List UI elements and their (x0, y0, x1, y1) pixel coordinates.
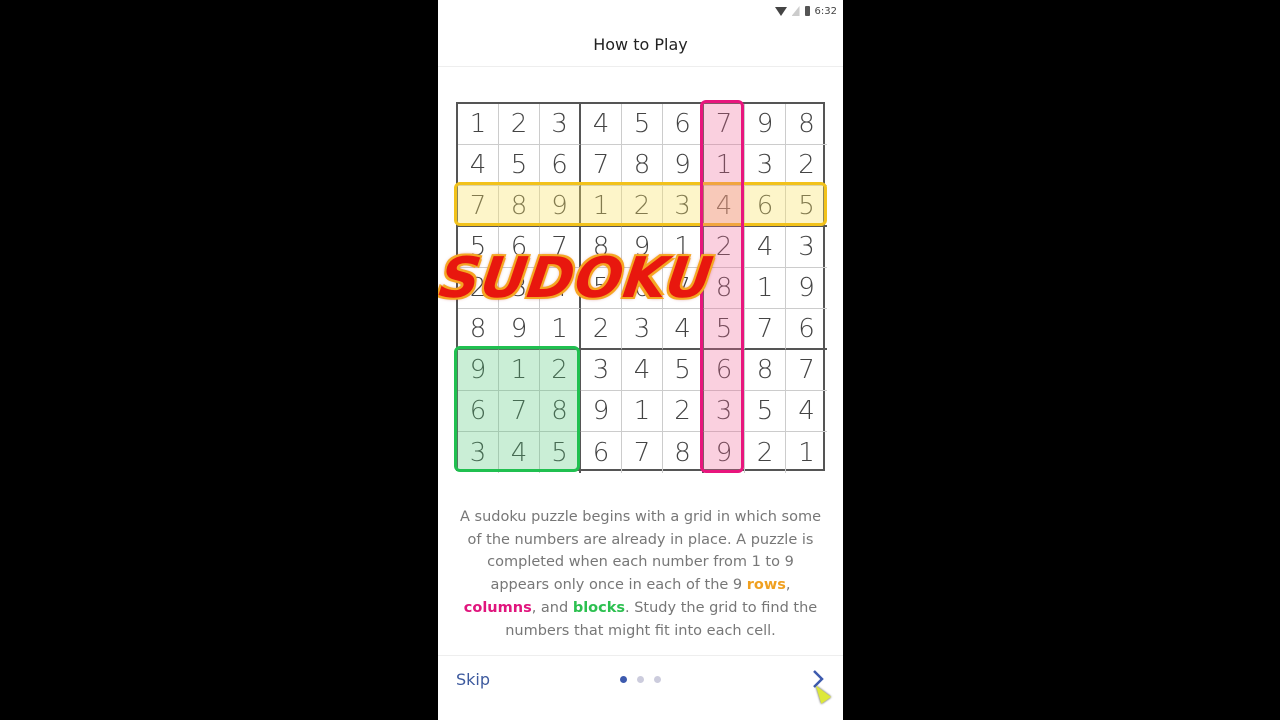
grid-cell[interactable]: 1 (458, 104, 499, 145)
status-bar: 6:32 (438, 0, 843, 22)
grid-cell[interactable]: 9 (745, 104, 786, 145)
grid-cell[interactable]: 5 (663, 350, 704, 391)
grid-cell[interactable]: 1 (745, 268, 786, 309)
grid-cell[interactable]: 6 (540, 145, 581, 186)
grid-cell[interactable]: 9 (499, 309, 540, 350)
grid-cell[interactable]: 5 (704, 309, 745, 350)
grid-cell[interactable]: 8 (499, 186, 540, 227)
grid-cell[interactable]: 1 (540, 309, 581, 350)
grid-cell[interactable]: 3 (663, 186, 704, 227)
grid-cell[interactable]: 7 (745, 309, 786, 350)
grid-cell[interactable]: 5 (540, 432, 581, 473)
status-time: 6:32 (814, 5, 837, 17)
grid-cell[interactable]: 5 (622, 104, 663, 145)
grid-cell[interactable]: 7 (786, 350, 827, 391)
separator: , and (531, 599, 573, 616)
grid-cell[interactable]: 7 (499, 391, 540, 432)
page-header: How to Play (438, 22, 843, 67)
grid-cell[interactable]: 8 (663, 432, 704, 473)
grid-cell[interactable]: 7 (458, 186, 499, 227)
grid-cell[interactable]: 9 (786, 268, 827, 309)
grid-cell[interactable]: 3 (581, 350, 622, 391)
no-sim-icon (791, 6, 800, 16)
grid-cell[interactable]: 8 (458, 309, 499, 350)
grid-cell[interactable]: 6 (581, 432, 622, 473)
footer-nav: Skip (438, 655, 843, 706)
grid-cell[interactable]: 4 (458, 145, 499, 186)
grid-cell[interactable]: 6 (786, 309, 827, 350)
grid-cell[interactable]: 9 (663, 145, 704, 186)
grid-cell[interactable]: 6 (704, 350, 745, 391)
page-dot[interactable] (637, 676, 644, 683)
grid-cell[interactable]: 2 (745, 432, 786, 473)
instructions-text: A sudoku puzzle begins with a grid in wh… (456, 506, 825, 642)
grid-cell[interactable]: 7 (581, 145, 622, 186)
separator: , (785, 577, 791, 594)
grid-cell[interactable]: 4 (581, 104, 622, 145)
keyword-columns: columns (463, 599, 532, 616)
grid-cell[interactable]: 3 (704, 391, 745, 432)
grid-cell[interactable]: 3 (458, 432, 499, 473)
grid-cell[interactable]: 7 (704, 104, 745, 145)
grid-cell[interactable]: 6 (663, 104, 704, 145)
page-dot[interactable] (654, 676, 661, 683)
grid-cell[interactable]: 4 (622, 350, 663, 391)
grid-cell[interactable]: 1 (622, 391, 663, 432)
grid-cell[interactable]: 5 (499, 145, 540, 186)
grid-cell[interactable]: 4 (786, 391, 827, 432)
grid-cell[interactable]: 4 (704, 186, 745, 227)
grid-cell[interactable]: 4 (745, 227, 786, 268)
grid-cell[interactable]: 8 (622, 145, 663, 186)
grid-cell[interactable]: 5 (745, 391, 786, 432)
grid-cell[interactable]: 2 (540, 350, 581, 391)
grid-cell[interactable]: 4 (663, 309, 704, 350)
grid-cell[interactable]: 1 (704, 145, 745, 186)
keyword-rows: rows (746, 577, 786, 594)
grid-cell[interactable]: 1 (786, 432, 827, 473)
grid-cell[interactable]: 3 (622, 309, 663, 350)
phone-screen: 6:32 How to Play 12345679845678913278912… (438, 0, 843, 720)
grid-cell[interactable]: 9 (458, 350, 499, 391)
skip-button[interactable]: Skip (456, 670, 490, 689)
sudoku-logo-overlay: SUDOKU (438, 246, 718, 311)
grid-cell[interactable]: 2 (786, 145, 827, 186)
grid-cell[interactable]: 1 (499, 350, 540, 391)
grid-cell[interactable]: 3 (786, 227, 827, 268)
grid-cell[interactable]: 2 (581, 309, 622, 350)
grid-cell[interactable]: 8 (540, 391, 581, 432)
grid-cell[interactable]: 1 (581, 186, 622, 227)
grid-cell[interactable]: 2 (499, 104, 540, 145)
grid-cell[interactable]: 8 (745, 350, 786, 391)
grid-cell[interactable]: 5 (786, 186, 827, 227)
grid-cell[interactable]: 9 (581, 391, 622, 432)
wifi-icon (774, 6, 787, 16)
grid-cell[interactable]: 2 (622, 186, 663, 227)
page-dot[interactable] (620, 676, 627, 683)
grid-cell[interactable]: 4 (499, 432, 540, 473)
grid-cell[interactable]: 3 (540, 104, 581, 145)
grid-cell[interactable]: 3 (745, 145, 786, 186)
keyword-blocks: blocks (572, 599, 625, 616)
grid-cell[interactable]: 7 (622, 432, 663, 473)
grid-cell[interactable]: 6 (745, 186, 786, 227)
grid-cell[interactable]: 6 (458, 391, 499, 432)
battery-icon (804, 6, 810, 16)
page-indicator (620, 676, 661, 683)
grid-cell[interactable]: 9 (704, 432, 745, 473)
page-title: How to Play (593, 34, 688, 54)
grid-cell[interactable]: 8 (786, 104, 827, 145)
grid-cell[interactable]: 9 (540, 186, 581, 227)
grid-cell[interactable]: 2 (663, 391, 704, 432)
